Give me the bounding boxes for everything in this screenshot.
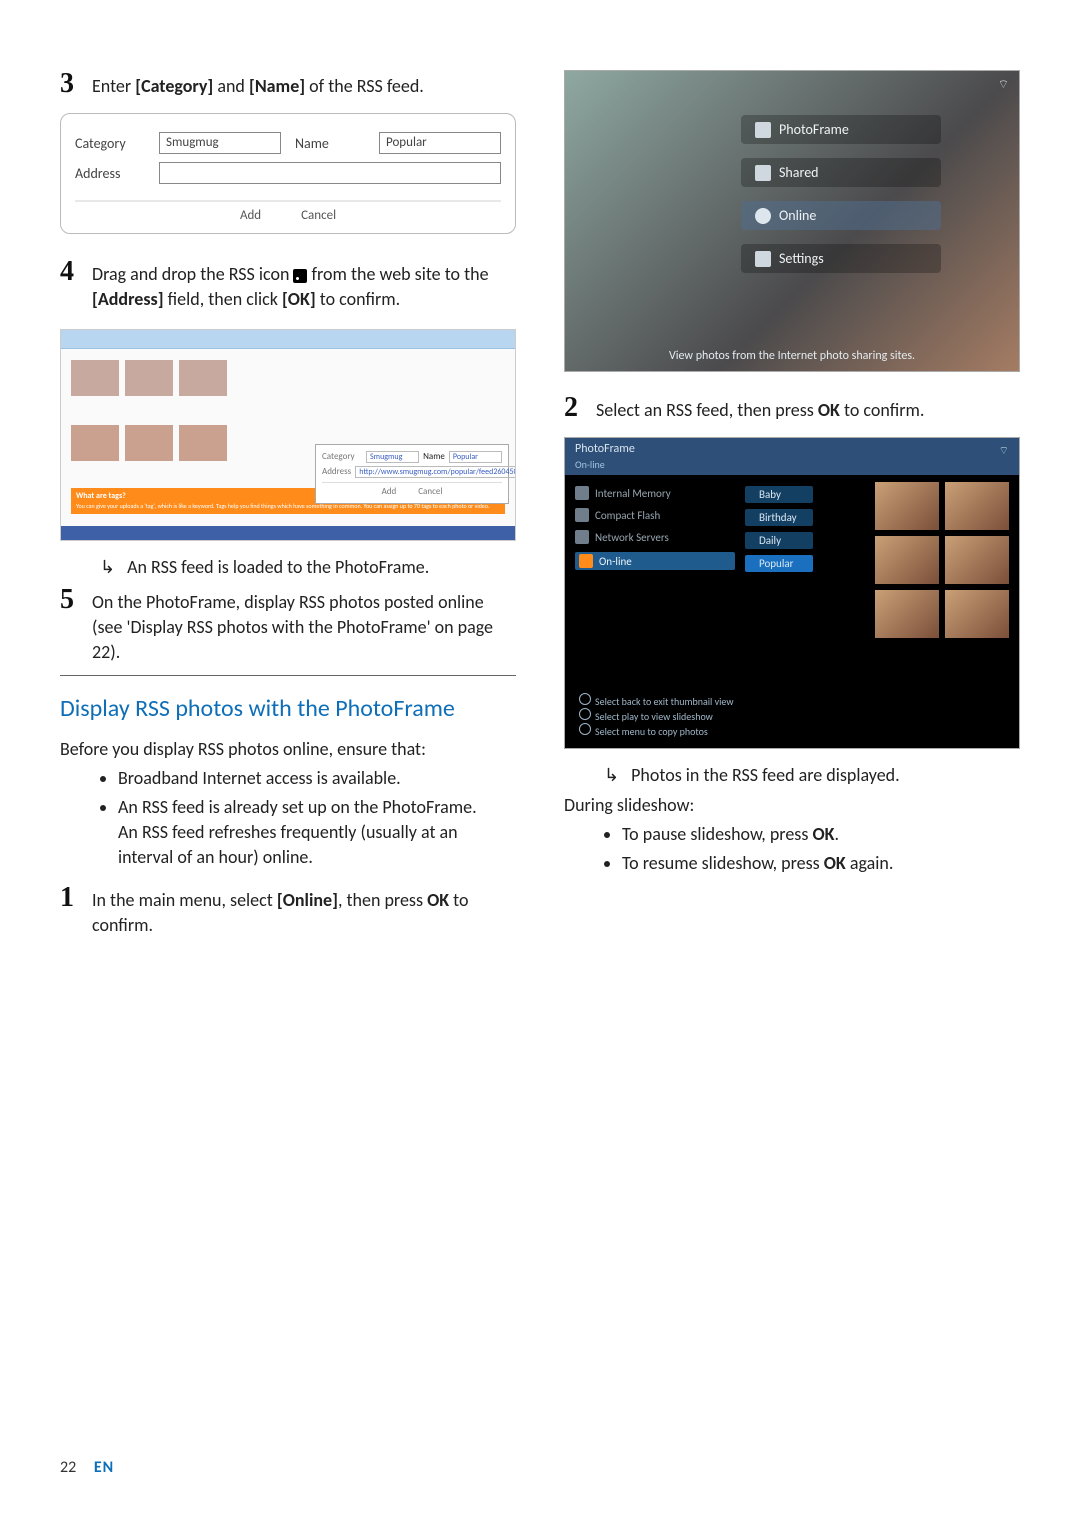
photo-thumbnail[interactable]	[945, 590, 1009, 638]
cf-icon	[575, 508, 589, 522]
page-footer: 22 EN	[60, 1458, 516, 1477]
browse-breadcrumb: On-line	[575, 458, 1009, 471]
menu-item-online[interactable]: Online	[741, 201, 941, 230]
section-separator	[60, 675, 516, 676]
name-label: Name	[295, 135, 369, 152]
list-item: To pause slideshow, press OK.	[622, 822, 1020, 847]
feed-baby[interactable]: Baby	[745, 486, 813, 503]
source-internal-memory[interactable]: Internal Memory	[575, 486, 735, 500]
step-body: On the PhotoFrame, display RSS photos po…	[92, 586, 516, 666]
category-input[interactable]: Smugmug	[159, 132, 281, 154]
photo-thumbnail[interactable]	[945, 536, 1009, 584]
website-drag-figure: What are tags? You can give your uploads…	[60, 329, 516, 541]
step-5: 5 On the PhotoFrame, display RSS photos …	[60, 586, 516, 666]
result-arrow-icon: ↳	[604, 763, 619, 788]
rss-browse-figure: PhotoFrame On-line ⌔ Internal Memory Com…	[564, 437, 1020, 749]
photo-thumbnail[interactable]	[875, 536, 939, 584]
photoframe-icon	[755, 122, 771, 138]
wifi-icon: ⌔	[998, 77, 1009, 92]
address-label: Address	[75, 165, 149, 182]
step-3: 3 Enter [Category] and [Name] of the RSS…	[60, 70, 516, 99]
play-hint-icon	[579, 708, 591, 720]
list-item: Broadband Internet access is available.	[118, 766, 516, 791]
rss-dialog-figure: Category Smugmug Name Popular Address Ad…	[60, 113, 516, 234]
menu-item-photoframe[interactable]: PhotoFrame	[741, 115, 941, 144]
source-online[interactable]: On-line	[575, 552, 735, 570]
rss-icon	[293, 269, 307, 283]
mini-dialog: CategorySmugmugNamePopular Addresshttp:/…	[315, 444, 509, 504]
source-compact-flash[interactable]: Compact Flash	[575, 508, 735, 522]
rss-icon	[579, 554, 593, 568]
cancel-button[interactable]: Cancel	[301, 208, 336, 223]
feed-popular[interactable]: Popular	[745, 555, 813, 572]
source-network-servers[interactable]: Network Servers	[575, 530, 735, 544]
during-slideshow-heading: During slideshow:	[564, 794, 1020, 816]
step-body: Drag and drop the RSS icon from the web …	[92, 258, 516, 312]
step-number: 4	[60, 258, 74, 312]
online-icon	[755, 208, 771, 224]
add-button[interactable]: Add	[240, 208, 261, 223]
browse-hints: Select back to exit thumbnail view Selec…	[579, 693, 734, 738]
feed-birthday[interactable]: Birthday	[745, 509, 813, 526]
step-1: 1 In the main menu, select [Online], the…	[60, 884, 516, 938]
name-input[interactable]: Popular	[379, 132, 501, 154]
page-number: 22	[60, 1458, 76, 1477]
step-number: 1	[60, 884, 74, 938]
section-title: Display RSS photos with the PhotoFrame	[60, 694, 516, 724]
slideshow-controls-list: To pause slideshow, press OK. To resume …	[582, 822, 1020, 875]
browse-title: PhotoFrame	[575, 442, 635, 456]
category-label: Category	[75, 135, 149, 152]
address-input[interactable]	[159, 162, 501, 184]
step-number: 5	[60, 586, 74, 666]
menu-footnote: View photos from the Internet photo shar…	[565, 349, 1019, 363]
section-intro: Before you display RSS photos online, en…	[60, 738, 516, 760]
menu-hint-icon	[579, 723, 591, 735]
menu-item-settings[interactable]: Settings	[741, 244, 941, 273]
main-menu-figure: ⌔ PhotoFrame Shared Online Settings View…	[564, 70, 1020, 372]
photo-thumbnail[interactable]	[875, 482, 939, 530]
wifi-icon: ⌔	[999, 444, 1009, 458]
menu-item-shared[interactable]: Shared	[741, 158, 941, 187]
feed-daily[interactable]: Daily	[745, 532, 813, 549]
step-4-result: ↳ An RSS feed is loaded to the PhotoFram…	[100, 555, 516, 580]
step-2: 2 Select an RSS feed, then press OK to c…	[564, 394, 1020, 423]
photo-thumbnail[interactable]	[875, 590, 939, 638]
settings-icon	[755, 251, 771, 267]
prerequisite-list: Broadband Internet access is available. …	[78, 766, 516, 870]
photo-thumbnail[interactable]	[945, 482, 1009, 530]
shared-icon	[755, 165, 771, 181]
step-number: 3	[60, 70, 74, 99]
step-body: Enter [Category] and [Name] of the RSS f…	[92, 70, 424, 99]
step-2-result: ↳ Photos in the RSS feed are displayed.	[604, 763, 1020, 788]
list-item: To resume slideshow, press OK again.	[622, 851, 1020, 876]
step-body: In the main menu, select [Online], then …	[92, 884, 516, 938]
result-arrow-icon: ↳	[100, 555, 115, 580]
list-item: An RSS feed is already set up on the Pho…	[118, 795, 516, 871]
step-body: Select an RSS feed, then press OK to con…	[596, 394, 924, 423]
memory-icon	[575, 486, 589, 500]
back-hint-icon	[579, 693, 591, 705]
page-lang: EN	[94, 1458, 114, 1477]
network-icon	[575, 530, 589, 544]
step-number: 2	[564, 394, 578, 423]
step-4: 4 Drag and drop the RSS icon from the we…	[60, 258, 516, 312]
